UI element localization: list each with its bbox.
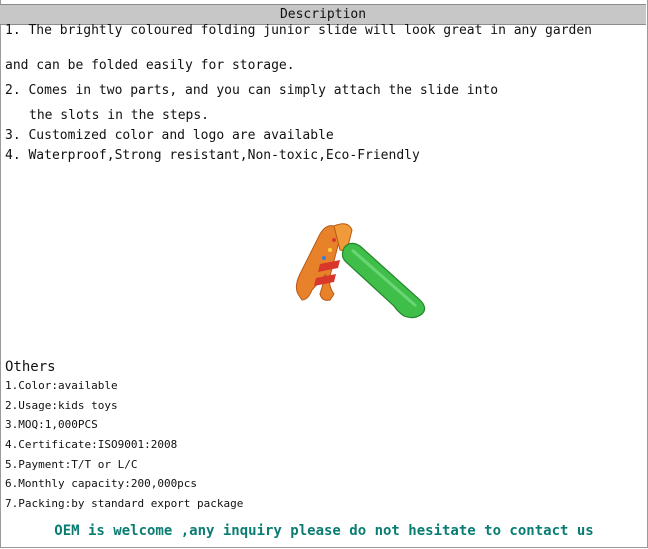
description-line-2: and can be folded easily for storage. (5, 58, 295, 73)
description-line-4: the slots in the steps. (29, 108, 210, 123)
description-header: Description (0, 4, 646, 25)
description-line-3: 2. Comes in two parts, and you can simpl… (5, 83, 499, 98)
others-item: 5.Payment:T/T or L/C (5, 458, 138, 471)
oem-welcome-footer: OEM is welcome ,any inquiry please do no… (54, 523, 594, 539)
others-item: 6.Monthly capacity:200,000pcs (5, 477, 198, 490)
description-line-5: 3. Customized color and logo are availab… (5, 128, 334, 143)
folding-slide-image (295, 223, 426, 319)
others-item: 7.Packing:by standard export package (5, 497, 244, 510)
others-item: 4.Certificate:ISO9001:2008 (5, 438, 178, 451)
description-line-1: 1. The brightly coloured folding junior … (5, 23, 592, 38)
others-item: 2.Usage:kids toys (5, 399, 118, 412)
others-item: 3.MOQ:1,000PCS (5, 418, 98, 431)
others-item: 1.Color:available (5, 379, 118, 392)
description-line-6: 4. Waterproof,Strong resistant,Non-toxic… (5, 148, 420, 163)
others-title: Others (5, 359, 56, 375)
